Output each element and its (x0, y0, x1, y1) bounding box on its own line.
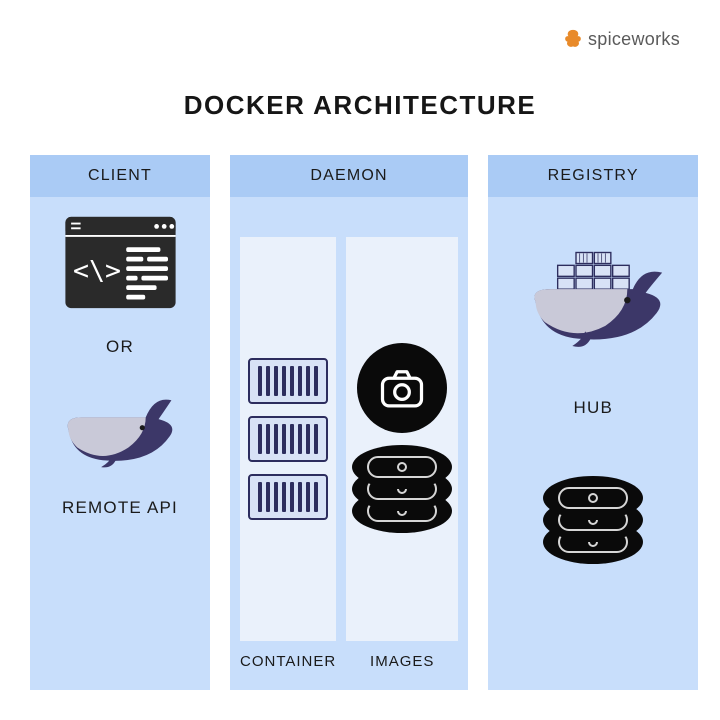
images-stack (346, 237, 458, 641)
container-icon (248, 416, 328, 462)
column-registry-body: HUB (488, 197, 698, 690)
daemon-subcolumns: CONTAINER (240, 237, 458, 670)
camera-icon (357, 343, 447, 433)
column-client: CLIENT <\> (30, 155, 210, 690)
brand-text: spiceworks (588, 29, 680, 50)
column-daemon-head: DAEMON (230, 155, 468, 197)
image-stack-icon (352, 445, 452, 535)
column-daemon: DAEMON CONTAINE (230, 155, 468, 690)
docker-whale-icon (523, 247, 663, 362)
svg-text:<\>: <\> (73, 256, 121, 287)
container-icon (248, 474, 328, 520)
terminal-icon: <\> (63, 215, 178, 315)
container-stack (240, 237, 336, 641)
spiceworks-icon (562, 28, 584, 50)
subcolumn-container: CONTAINER (240, 237, 336, 670)
subcolumn-images: IMAGES (346, 237, 458, 670)
column-client-body: <\> OR R (30, 197, 210, 690)
container-icon (248, 358, 328, 404)
hub-label: HUB (573, 398, 613, 418)
column-client-head: CLIENT (30, 155, 210, 197)
images-label: IMAGES (370, 641, 434, 670)
whale-icon (60, 381, 180, 476)
or-label: OR (106, 337, 134, 357)
architecture-columns: CLIENT <\> (30, 155, 690, 690)
remote-api-label: REMOTE API (62, 498, 178, 518)
image-stack-icon (543, 476, 643, 566)
page-title: DOCKER ARCHITECTURE (0, 90, 720, 121)
container-label: CONTAINER (240, 641, 336, 670)
column-registry-head: REGISTRY (488, 155, 698, 197)
column-daemon-body: CONTAINER (230, 197, 468, 690)
brand-logo: spiceworks (562, 28, 680, 50)
column-registry: REGISTRY (488, 155, 698, 690)
